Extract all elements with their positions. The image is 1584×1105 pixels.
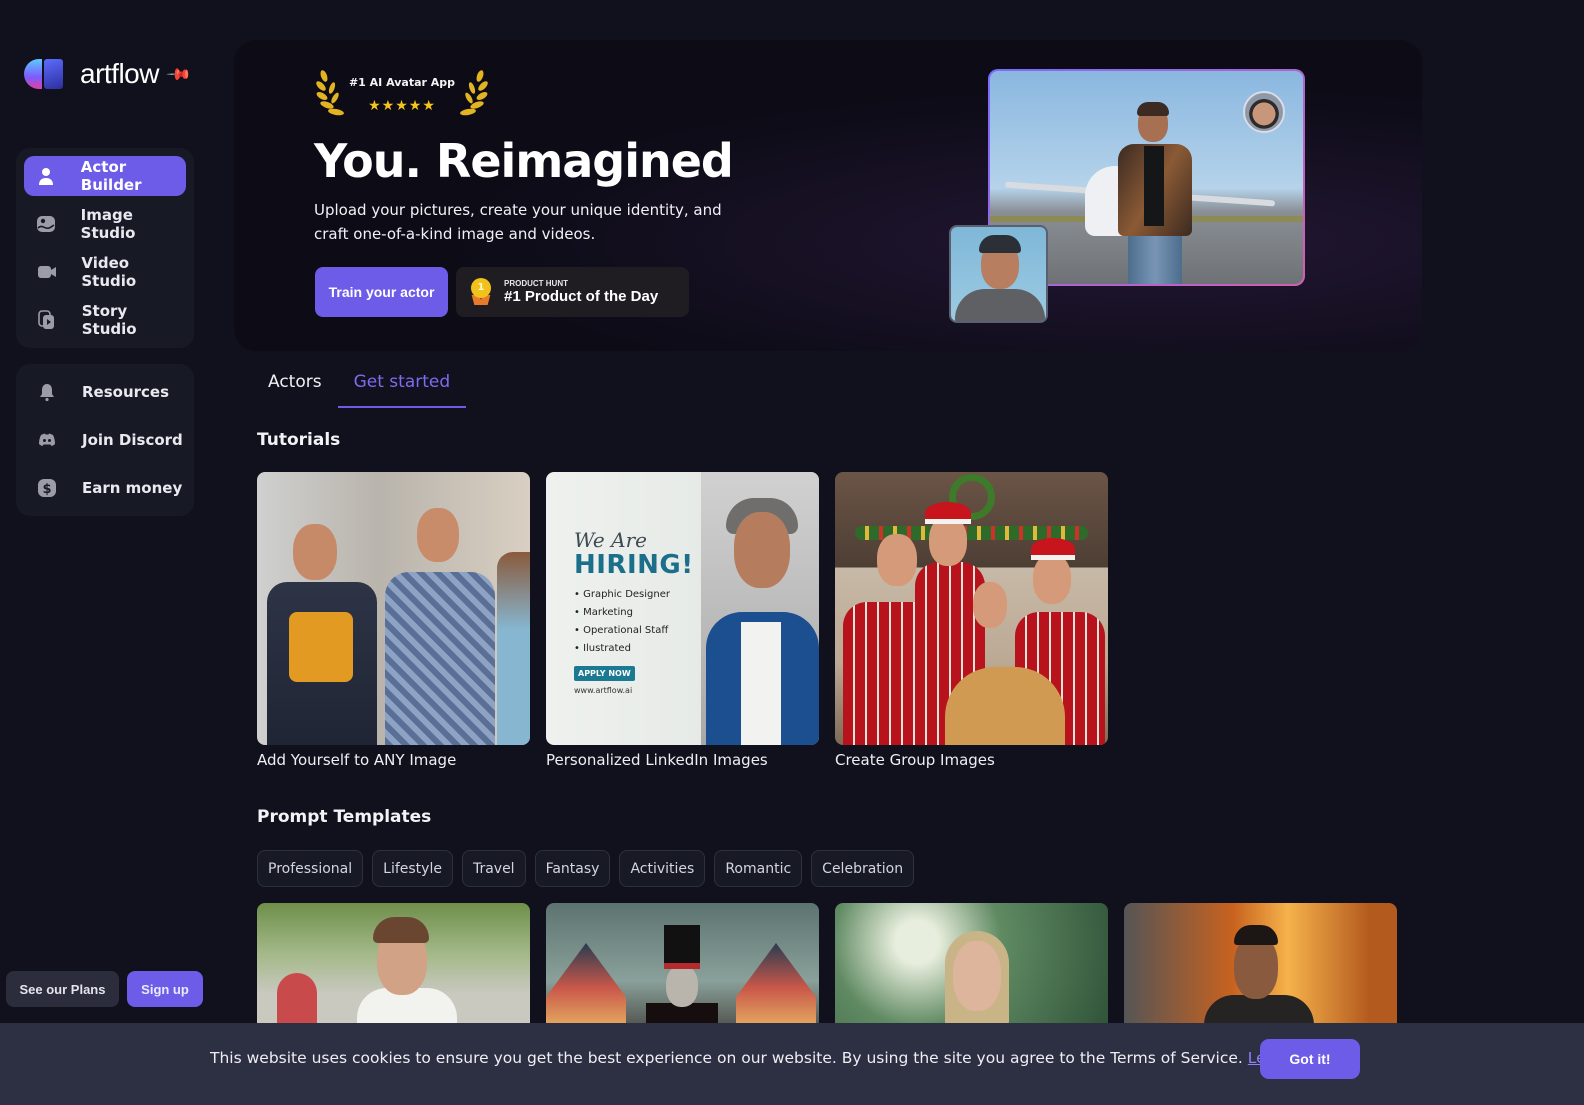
account-buttons: See our Plans Sign up	[6, 971, 203, 1007]
sidebar-item-resources[interactable]: Resources	[24, 372, 186, 412]
dollar-icon: $	[36, 477, 58, 499]
template-gallery	[257, 903, 1397, 1033]
pin-icon[interactable]: 📌	[165, 60, 193, 88]
image-icon	[36, 213, 57, 235]
sidebar-item-story-studio[interactable]: Story Studio	[24, 300, 186, 340]
see-plans-button[interactable]: See our Plans	[6, 971, 119, 1007]
product-hunt-title: #1 Product of the Day	[504, 288, 659, 305]
sidebar-item-label: Video Studio	[81, 254, 137, 290]
hiring-poster: We Are HIRING! Graphic Designer Marketin…	[574, 528, 704, 695]
video-camera-icon	[36, 261, 57, 283]
template-card[interactable]	[835, 903, 1108, 1033]
sidebar-item-label: Image Studio	[80, 206, 136, 242]
main-nav: Actor Builder Image Studio Video Studio …	[16, 148, 194, 348]
category-chip-fantasy[interactable]: Fantasy	[534, 850, 611, 887]
template-card[interactable]	[1124, 903, 1397, 1033]
story-play-icon	[36, 309, 58, 331]
hero-subtitle: Upload your pictures, create your unique…	[314, 201, 722, 243]
tutorials-heading: Tutorials	[257, 430, 341, 450]
bell-icon	[36, 381, 58, 403]
template-category-filters: Professional Lifestyle Travel Fantasy Ac…	[257, 850, 915, 887]
logo[interactable]: artflow 📌	[24, 58, 193, 90]
category-chip-romantic[interactable]: Romantic	[714, 850, 803, 887]
tutorial-thumbnail: We Are HIRING! Graphic Designer Marketin…	[546, 472, 819, 745]
sidebar-item-label: Join Discord	[82, 431, 183, 449]
sidebar: artflow 📌 Actor Builder Image Studio Vid…	[0, 0, 220, 1105]
sidebar-item-label: Resources	[82, 383, 170, 401]
source-face-avatar	[1243, 91, 1285, 133]
tutorial-thumbnail	[835, 472, 1108, 745]
cookie-message: This website uses cookies to ensure you …	[210, 1049, 1336, 1067]
tab-actors[interactable]: Actors	[252, 366, 338, 408]
sidebar-item-video-studio[interactable]: Video Studio	[24, 252, 186, 292]
sign-up-button[interactable]: Sign up	[127, 971, 203, 1007]
train-actor-button[interactable]: Train your actor	[315, 267, 448, 317]
accept-cookies-button[interactable]: Got it!	[1260, 1039, 1360, 1079]
tutorial-card[interactable]: Create Group Images	[835, 472, 1108, 769]
hero-banner: #1 AI Avatar App ★★★★★ You. Reimagined U…	[234, 40, 1422, 351]
template-card[interactable]	[257, 903, 530, 1033]
category-chip-professional[interactable]: Professional	[257, 850, 364, 887]
medal-icon: 1	[470, 278, 492, 306]
secondary-nav: Resources Join Discord $ Earn money	[16, 364, 194, 516]
tutorial-card[interactable]: We Are HIRING! Graphic Designer Marketin…	[546, 472, 819, 769]
content-tabs: Actors Get started	[252, 366, 467, 408]
svg-text:$: $	[42, 482, 51, 497]
tutorial-list: Add Yourself to ANY Image We Are HIRING!…	[257, 472, 1108, 769]
sidebar-item-actor-builder[interactable]: Actor Builder	[24, 156, 186, 196]
award-badge: #1 AI Avatar App ★★★★★	[314, 66, 490, 118]
tutorial-caption: Add Yourself to ANY Image	[257, 751, 457, 769]
laurel-right-icon	[460, 70, 488, 116]
tutorial-thumbnail	[257, 472, 530, 745]
category-chip-travel[interactable]: Travel	[461, 850, 526, 887]
tutorial-caption: Personalized LinkedIn Images	[546, 751, 768, 769]
sidebar-item-label: Actor Builder	[80, 158, 142, 194]
sidebar-item-label: Earn money	[82, 479, 183, 497]
tutorial-caption: Create Group Images	[835, 751, 995, 769]
hero-title: You. Reimagined	[314, 134, 734, 188]
category-chip-lifestyle[interactable]: Lifestyle	[372, 850, 453, 887]
original-selfie-photo	[949, 225, 1048, 323]
tab-get-started[interactable]: Get started	[337, 366, 467, 408]
discord-icon	[36, 429, 58, 451]
sidebar-item-join-discord[interactable]: Join Discord	[24, 420, 186, 460]
sidebar-item-image-studio[interactable]: Image Studio	[24, 204, 186, 244]
user-icon	[36, 165, 57, 187]
prompt-templates-heading: Prompt Templates	[257, 807, 432, 827]
template-card[interactable]	[546, 903, 819, 1033]
tutorial-card[interactable]: Add Yourself to ANY Image	[257, 472, 530, 769]
cookie-banner: This website uses cookies to ensure you …	[0, 1023, 1584, 1105]
category-chip-celebration[interactable]: Celebration	[811, 850, 915, 887]
artflow-logo-icon	[24, 58, 64, 90]
brand-name: artflow	[80, 58, 159, 89]
sidebar-item-label: Story Studio	[81, 302, 137, 338]
category-chip-activities[interactable]: Activities	[619, 850, 706, 887]
sidebar-item-earn-money[interactable]: $ Earn money	[24, 468, 186, 508]
product-hunt-badge[interactable]: 1 PRODUCT HUNT #1 Product of the Day	[456, 267, 689, 317]
product-hunt-label: PRODUCT HUNT	[504, 279, 568, 288]
